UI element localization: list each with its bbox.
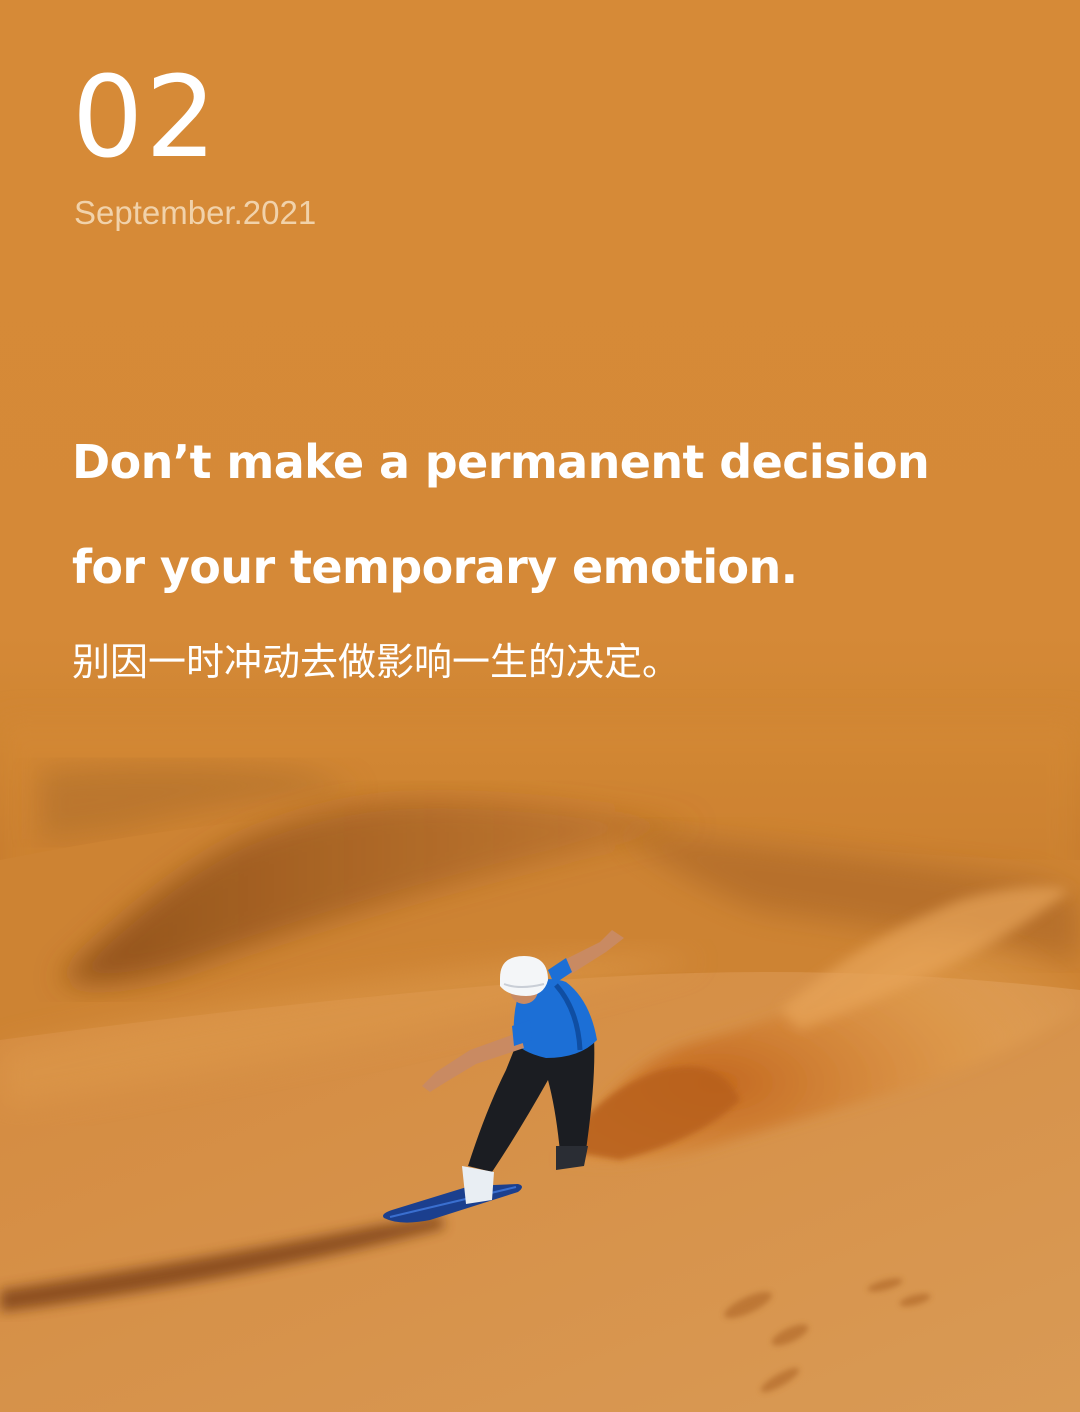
issue-number: 02 (72, 53, 219, 183)
quote-english: Don’t make a permanent decision for your… (72, 410, 1032, 620)
poster-page: 02 September.2021 Don’t make a permanent… (0, 0, 1080, 1412)
quote-english-line-2: for your temporary emotion. (72, 540, 798, 594)
quote-english-line-1: Don’t make a permanent decision (72, 435, 930, 489)
quote-chinese: 别因一时冲动去做影响一生的决定。 (72, 640, 681, 684)
issue-date: September.2021 (74, 194, 317, 231)
rider-helmet (500, 956, 548, 996)
rider-boot-left (462, 1166, 494, 1204)
